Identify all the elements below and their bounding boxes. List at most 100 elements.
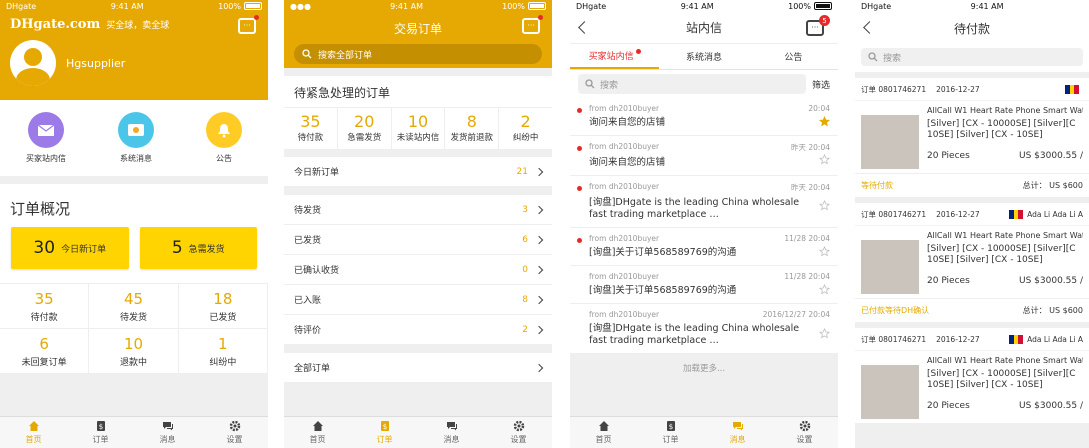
stat-dispute[interactable]: 1 纠纷中: [178, 329, 268, 374]
tab-home[interactable]: 首页: [0, 417, 67, 448]
quantity: 20 Pieces: [927, 276, 970, 286]
row-shipped[interactable]: 已发货 6: [284, 225, 552, 255]
urgent-refund[interactable]: 8 发货前退款: [445, 108, 500, 149]
tab-settings[interactable]: 设置: [201, 417, 268, 448]
row-received[interactable]: 已确认收货 0: [284, 255, 552, 285]
unit-price: US $3000.55 /: [1019, 401, 1083, 411]
back-arrow-icon[interactable]: [578, 21, 591, 34]
urgent-dispute[interactable]: 2 纠纷中: [499, 108, 552, 149]
urgent-ship[interactable]: 20 急需发货: [338, 108, 392, 149]
order-item: AllCall W1 Heart Rate Phone Smart Wat [Si…: [855, 350, 1089, 423]
big-num: 30: [33, 238, 56, 258]
battery-text: 100%: [502, 1, 525, 11]
urgent-title: 待紧急处理的订单: [294, 86, 391, 100]
battery-text: 100%: [218, 1, 241, 11]
pending-payment-screen: DHgate 9:41 AM 待付款 搜索 订单 0801746271 2016-1…: [855, 0, 1089, 448]
tab-orders[interactable]: $ 订单: [67, 417, 134, 448]
quick-announcement[interactable]: 公告: [206, 112, 242, 164]
country-flag-icon: [1009, 334, 1024, 344]
stat-unreplied[interactable]: 6 未回复订单: [0, 329, 90, 374]
chat-icon[interactable]: ···: [238, 15, 259, 34]
urgent-unread[interactable]: 10 未读站内信: [392, 108, 446, 149]
stat-pending-payment[interactable]: 35 待付款: [0, 284, 90, 329]
quick-label: 公告: [216, 154, 232, 163]
order-total: 总计： US $600: [1022, 306, 1083, 315]
message-time: 11/28 20:04: [784, 234, 830, 243]
all-orders-row[interactable]: 全部订单: [284, 353, 552, 383]
back-arrow-icon[interactable]: [863, 21, 876, 34]
order-card[interactable]: 订单 0801746271 2016-12-27 AllCall W1 Heart …: [855, 78, 1089, 197]
product-spec: [Silver] [CX - 10000SE] [Silver][C: [927, 369, 1076, 379]
order-card[interactable]: 订单 0801746271 2016-12-27 Ada Li Ada Li A Al…: [855, 203, 1089, 322]
unread-dot: [577, 186, 582, 191]
chevron-right-icon: [534, 325, 544, 334]
today-new-orders-button[interactable]: 30 今日新订单: [11, 227, 129, 269]
tab-orders[interactable]: $ 订单: [351, 417, 418, 448]
message-item[interactable]: from dh2010buyer 2016/12/27 20:04 [询盘]DHga…: [570, 304, 838, 354]
row-pending-ship[interactable]: 待发货 3: [284, 195, 552, 225]
system-icon: [118, 112, 154, 148]
filter-button[interactable]: 筛选: [812, 78, 830, 91]
unit-price: US $3000.55 /: [1019, 151, 1083, 161]
stat-label: 退款中: [119, 357, 147, 368]
tab-settings[interactable]: 设置: [485, 417, 552, 448]
urgent-ship-button[interactable]: 5 急需发货: [139, 227, 257, 269]
stat-refunding[interactable]: 10 退款中: [89, 329, 179, 374]
battery-text: 100%: [788, 1, 811, 11]
message-sender: from dh2010buyer: [589, 310, 660, 319]
urgent-pending-payment[interactable]: 35 待付款: [284, 108, 338, 149]
tab-home[interactable]: 首页: [284, 417, 351, 448]
tab-orders[interactable]: $ 订单: [637, 417, 704, 448]
star-icon[interactable]: [819, 246, 830, 257]
star-icon[interactable]: [819, 328, 830, 339]
tab-label: 公告: [784, 53, 803, 63]
row-label: 已确认收货: [294, 266, 340, 276]
star-icon[interactable]: [819, 154, 830, 165]
row-credited[interactable]: 已入账 8: [284, 285, 552, 315]
product-spec: [Silver] [CX - 10000SE] [Silver][C: [927, 244, 1076, 254]
message-item[interactable]: from dh2010buyer 11/28 20:04 [询盘]关于订单56858…: [570, 228, 838, 266]
message-item[interactable]: from dh2010buyer 昨天 20:04 [询盘]DHgate is th…: [570, 176, 838, 228]
load-more-button[interactable]: 加载更多...: [570, 354, 838, 382]
order-card[interactable]: 订单 0801746271 2016-12-27 Ada Li Ada Li A Al…: [855, 328, 1089, 423]
quick-system-msg[interactable]: 系统消息: [118, 112, 154, 164]
tab-label: 订单: [662, 435, 679, 444]
stat-shipped[interactable]: 18 已发货: [178, 284, 268, 329]
message-search-input[interactable]: 搜索: [578, 74, 806, 94]
star-icon[interactable]: [819, 200, 830, 211]
order-search-input[interactable]: 搜索: [861, 48, 1083, 66]
row-to-review[interactable]: 待评价 2: [284, 315, 552, 345]
profile[interactable]: Hgsupplier: [0, 36, 268, 90]
order-number: 订单 0801746271: [861, 334, 927, 344]
order-search-input[interactable]: 搜索全部订单: [294, 44, 542, 64]
avatar: [10, 40, 56, 86]
today-orders-row[interactable]: 今日新订单 21: [284, 157, 552, 187]
chat-icon[interactable]: ···: [522, 15, 543, 34]
home-header: DHgate 9:41 AM 100% DHgate.com 买全球，卖全球 ·…: [0, 0, 268, 100]
tab-buyer-mail[interactable]: 买家站内信: [570, 44, 660, 69]
tab-home[interactable]: 首页: [570, 417, 637, 448]
chevron-right-icon: [534, 205, 544, 214]
message-item[interactable]: from dh2010buyer 20:04 询问来自您的店铺: [570, 98, 838, 136]
tab-messages[interactable]: 消息: [704, 417, 771, 448]
stat-pending-ship[interactable]: 45 待发货: [89, 284, 179, 329]
row-count: 0: [522, 264, 528, 275]
message-text: [询盘]DHgate is the leading China wholesal…: [589, 323, 800, 346]
tab-settings[interactable]: 设置: [771, 417, 838, 448]
tab-messages[interactable]: 消息: [418, 417, 485, 448]
order-status: 已付款等待DH确认: [861, 306, 930, 315]
tab-system-msg[interactable]: 系统消息: [659, 44, 748, 69]
order-total: 总计： US $600: [1022, 181, 1083, 190]
star-icon[interactable]: [819, 116, 830, 127]
stat-label: 未回复订单: [21, 357, 67, 368]
stat-label: 待发货: [119, 312, 147, 323]
quick-buyer-mail[interactable]: 买家站内信: [26, 112, 66, 164]
message-item[interactable]: from dh2010buyer 昨天 20:04 询问来自您的店铺: [570, 136, 838, 176]
slogan: 买全球，卖全球: [106, 20, 170, 31]
message-item[interactable]: from dh2010buyer 11/28 20:04 [询盘]关于订单56858…: [570, 266, 838, 304]
tab-messages[interactable]: 消息: [134, 417, 201, 448]
chat-icon[interactable]: ··· 5: [806, 15, 830, 36]
tab-announcement[interactable]: 公告: [749, 44, 838, 69]
home-screen: DHgate 9:41 AM 100% DHgate.com 买全球，卖全球 ·…: [0, 0, 268, 448]
star-icon[interactable]: [819, 284, 830, 295]
